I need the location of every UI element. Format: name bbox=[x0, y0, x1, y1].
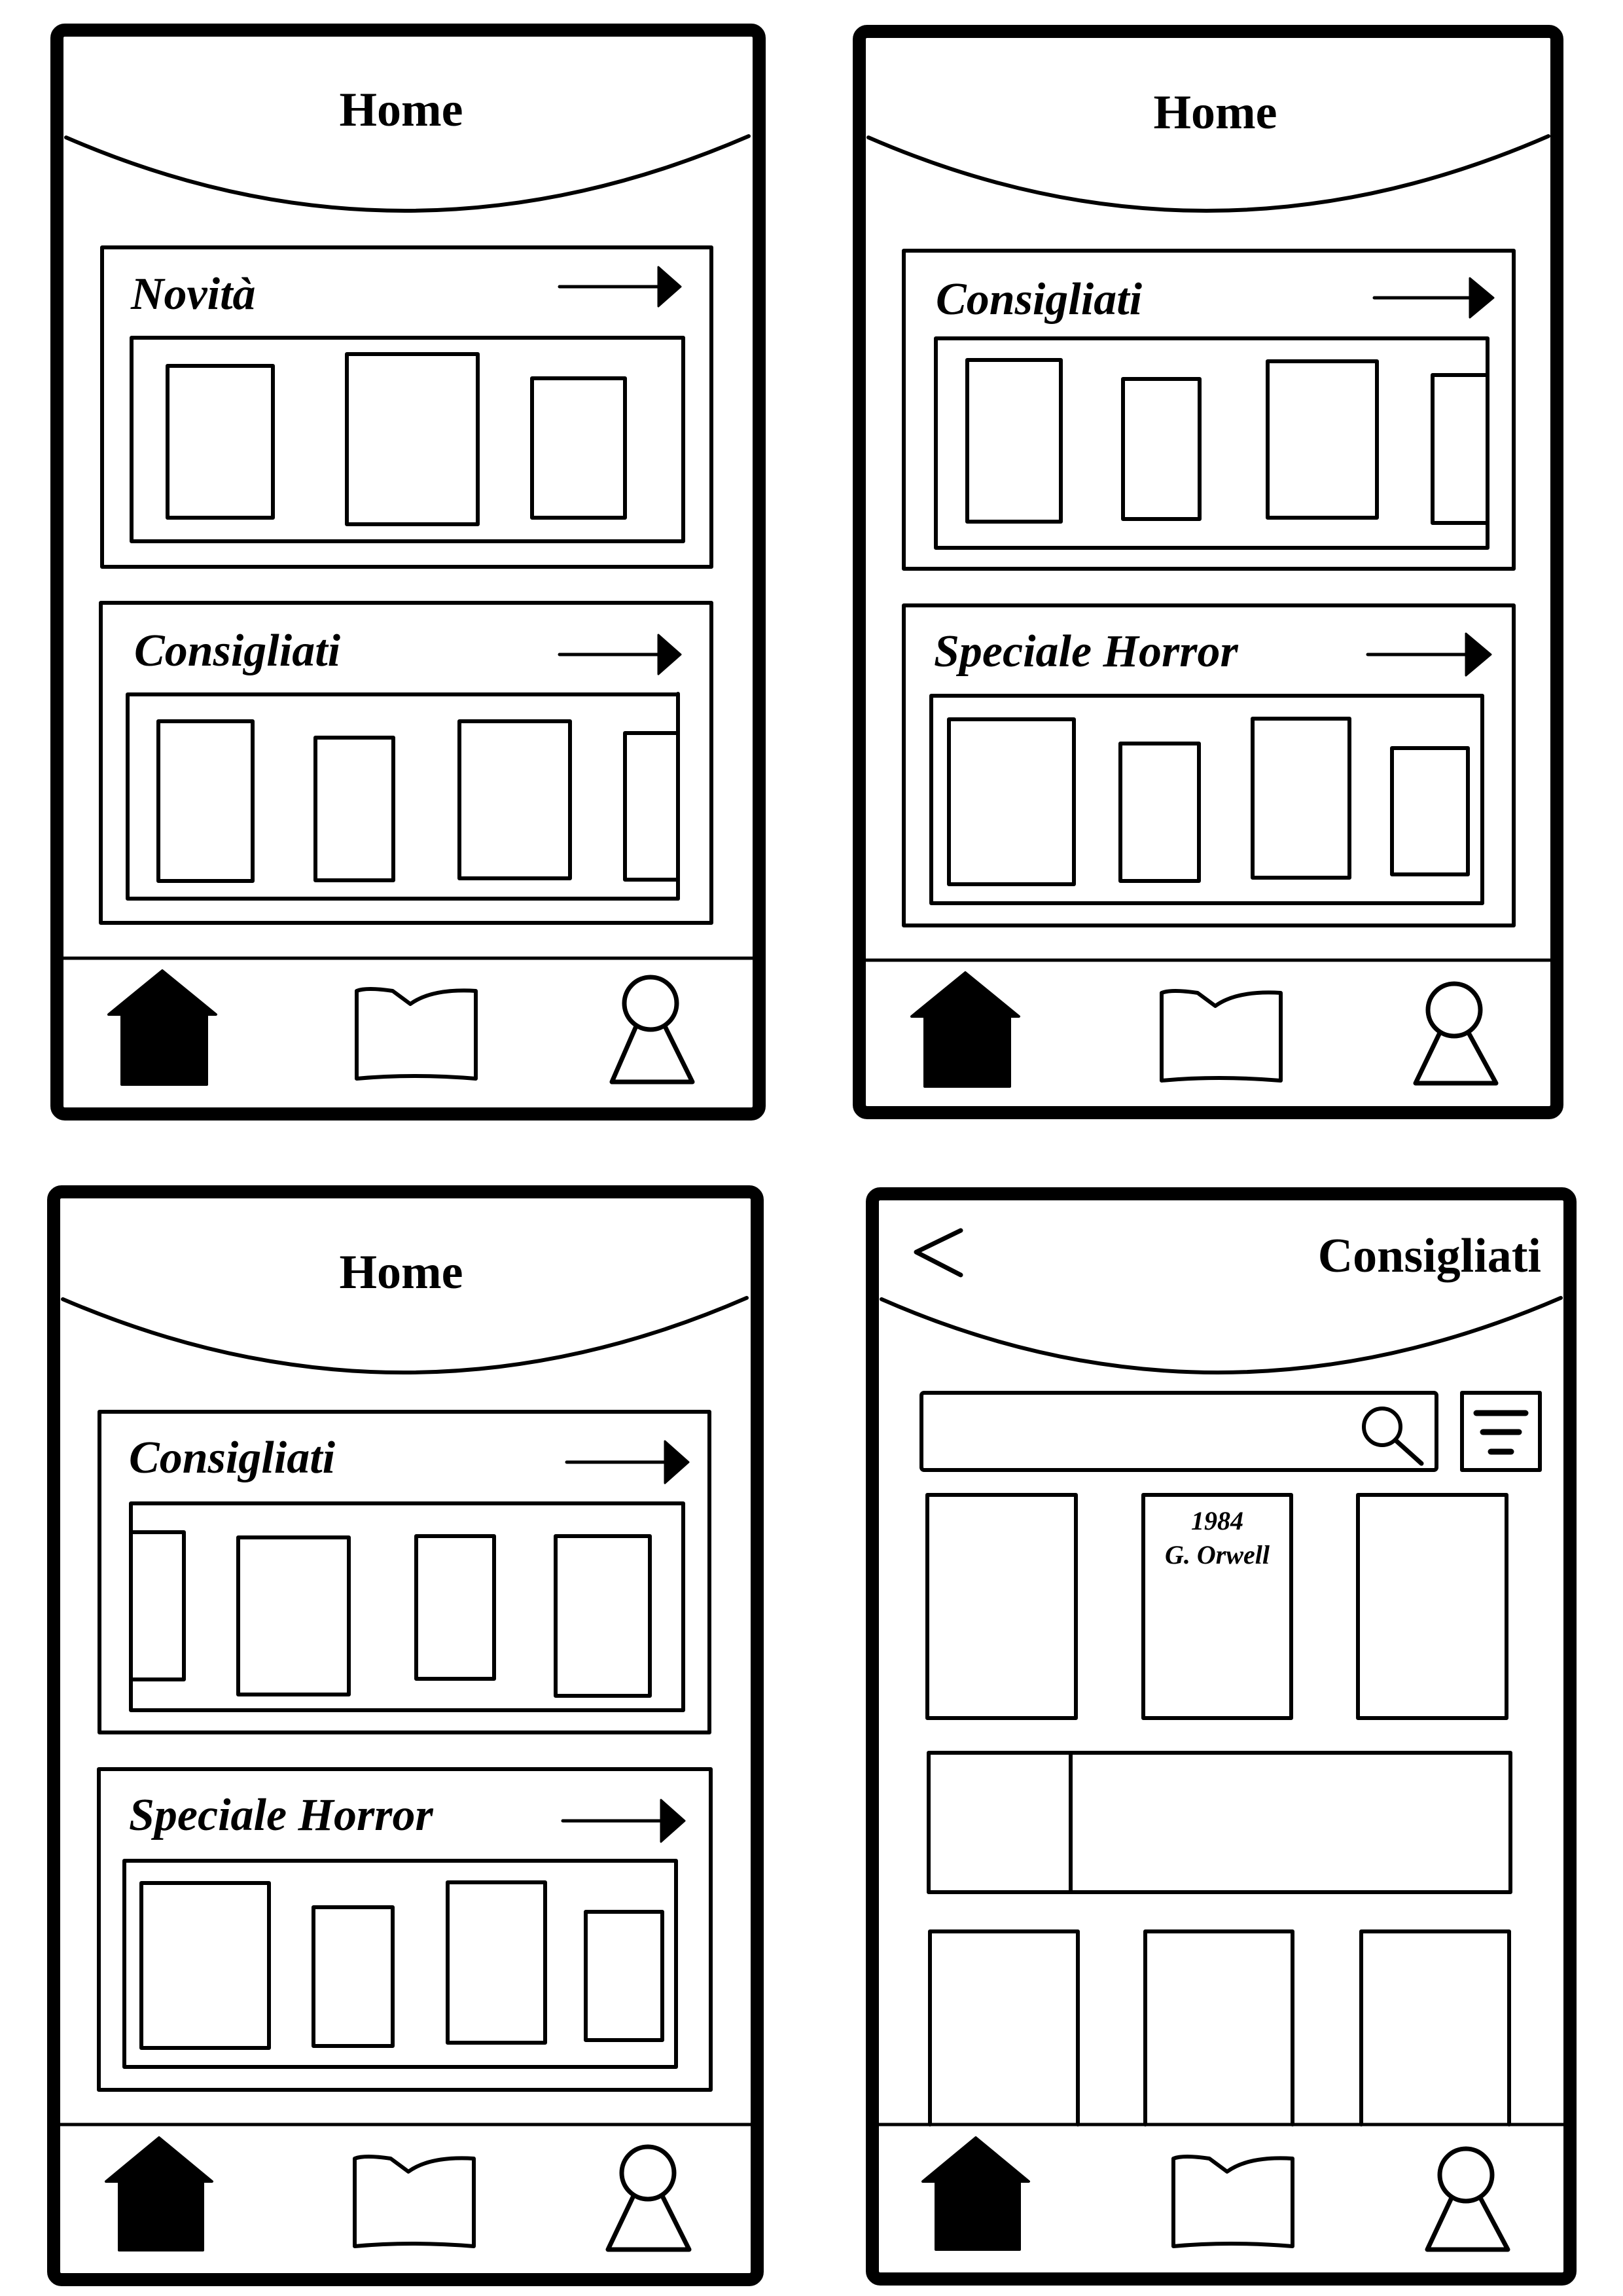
arrow-right-icon[interactable] bbox=[565, 1440, 690, 1484]
book-cover[interactable] bbox=[584, 1910, 664, 2042]
book-card[interactable] bbox=[1356, 1493, 1508, 1720]
book-cover[interactable] bbox=[965, 358, 1063, 524]
book-cover[interactable] bbox=[554, 1534, 652, 1698]
arrow-right-icon[interactable] bbox=[1372, 277, 1495, 319]
home-icon[interactable] bbox=[107, 969, 217, 1086]
section-card[interactable]: Speciale Horror bbox=[97, 1767, 713, 2092]
home-icon[interactable] bbox=[105, 2136, 213, 2251]
header-curve bbox=[880, 1296, 1563, 1374]
home-icon[interactable] bbox=[910, 971, 1020, 1088]
book-cover[interactable] bbox=[446, 1880, 547, 2045]
book-author: G. Orwell bbox=[1165, 1540, 1270, 1570]
book-cover[interactable] bbox=[530, 376, 627, 520]
carousel[interactable] bbox=[126, 692, 680, 901]
phone-screen-home-2: Home Consigliati Speciale Horror bbox=[853, 25, 1563, 1119]
tabbar bbox=[107, 969, 695, 1086]
search-bar[interactable] bbox=[919, 1391, 1438, 1472]
page-title: Consigliati bbox=[1318, 1229, 1541, 1283]
chevron-left-icon[interactable] bbox=[914, 1228, 963, 1278]
tabbar bbox=[910, 971, 1499, 1088]
wireframe-sheet: Home Novità Consigliati Home Consigliati… bbox=[47, 24, 1577, 2286]
carousel[interactable] bbox=[122, 1859, 678, 2069]
book-cover[interactable] bbox=[312, 1905, 395, 2048]
section-card[interactable]: Consigliati bbox=[98, 1410, 711, 1734]
section-title: Speciale Horror bbox=[129, 1790, 433, 1840]
book-cover[interactable] bbox=[345, 352, 480, 526]
book-cover[interactable] bbox=[1251, 717, 1351, 880]
book-title: 1984 bbox=[1191, 1506, 1243, 1535]
search-icon[interactable] bbox=[1362, 1407, 1424, 1466]
phone-frame bbox=[47, 1185, 764, 2286]
profile-icon[interactable] bbox=[1413, 981, 1499, 1086]
book-cover[interactable] bbox=[1266, 359, 1379, 520]
banner-card[interactable] bbox=[927, 1751, 1512, 1894]
book-card[interactable] bbox=[925, 1493, 1078, 1720]
book-cover-partial[interactable] bbox=[129, 1530, 186, 1681]
book-grid: 1984 G. Orwell bbox=[925, 1493, 1512, 2126]
header-curve bbox=[64, 134, 751, 213]
phone-frame bbox=[866, 1187, 1577, 2286]
arrow-right-icon[interactable] bbox=[1366, 632, 1492, 677]
carousel[interactable] bbox=[130, 336, 685, 543]
phone-screen-consigliati: Consigliati 1984 G. Orwell bbox=[866, 1187, 1577, 2286]
header-curve bbox=[61, 1296, 749, 1374]
book-cover-partial[interactable] bbox=[623, 731, 680, 882]
profile-icon[interactable] bbox=[605, 2144, 692, 2252]
phone-frame bbox=[50, 24, 766, 1121]
book-card[interactable] bbox=[928, 1929, 1080, 2126]
profile-icon[interactable] bbox=[1425, 2146, 1510, 2252]
book-cover[interactable] bbox=[1390, 746, 1470, 876]
book-card-featured[interactable]: 1984 G. Orwell bbox=[1141, 1493, 1293, 1720]
book-cover[interactable] bbox=[236, 1535, 351, 1696]
book-icon[interactable] bbox=[1160, 989, 1283, 1083]
page-title: Home bbox=[339, 1246, 463, 1299]
section-title: Consigliati bbox=[129, 1433, 336, 1483]
section-title: Consigliati bbox=[134, 626, 341, 676]
section-card[interactable]: Speciale Horror bbox=[902, 603, 1516, 927]
book-icon[interactable] bbox=[353, 2155, 476, 2248]
book-cover[interactable] bbox=[457, 719, 572, 880]
arrow-right-icon[interactable] bbox=[561, 1799, 686, 1843]
header-curve bbox=[866, 134, 1550, 213]
book-cover[interactable] bbox=[139, 1881, 271, 2050]
search-input[interactable] bbox=[919, 1391, 1438, 1472]
book-card[interactable] bbox=[1143, 1929, 1294, 2126]
carousel[interactable] bbox=[929, 694, 1484, 905]
page-title: Home bbox=[1153, 86, 1277, 139]
book-cover[interactable] bbox=[947, 717, 1076, 886]
book-cover-partial[interactable] bbox=[1431, 373, 1489, 525]
home-icon[interactable] bbox=[921, 2136, 1030, 2251]
banner-frame bbox=[927, 1751, 1512, 1894]
section-title: Consigliati bbox=[936, 274, 1143, 325]
book-card[interactable] bbox=[1359, 1929, 1511, 2126]
filter-button[interactable] bbox=[1460, 1391, 1542, 1472]
book-cover[interactable] bbox=[156, 719, 255, 883]
book-cover[interactable] bbox=[313, 736, 395, 882]
book-icon[interactable] bbox=[355, 987, 478, 1081]
tabbar bbox=[921, 2136, 1510, 2252]
tabbar bbox=[105, 2136, 692, 2252]
profile-icon[interactable] bbox=[609, 975, 695, 1085]
phone-screen-home-1: Home Novità Consigliati bbox=[50, 24, 766, 1121]
section-title: Speciale Horror bbox=[934, 626, 1238, 677]
arrow-right-icon[interactable] bbox=[558, 634, 682, 675]
section-card[interactable]: Novità bbox=[100, 245, 713, 569]
book-cover[interactable] bbox=[1121, 377, 1202, 521]
carousel[interactable] bbox=[934, 336, 1489, 550]
book-cover[interactable] bbox=[414, 1534, 496, 1681]
book-icon[interactable] bbox=[1171, 2155, 1294, 2248]
book-cover[interactable] bbox=[166, 364, 275, 520]
arrow-right-icon[interactable] bbox=[558, 266, 682, 308]
page-title: Home bbox=[339, 83, 463, 137]
phone-frame bbox=[853, 25, 1563, 1119]
filter-icon bbox=[1473, 1410, 1529, 1455]
section-title: Novità bbox=[130, 269, 256, 319]
book-cover[interactable] bbox=[1118, 742, 1201, 883]
section-card[interactable]: Consigliati bbox=[902, 249, 1516, 571]
section-card[interactable]: Consigliati bbox=[99, 601, 713, 925]
phone-screen-home-3: Home Consigliati Speciale Horror bbox=[47, 1185, 764, 2286]
